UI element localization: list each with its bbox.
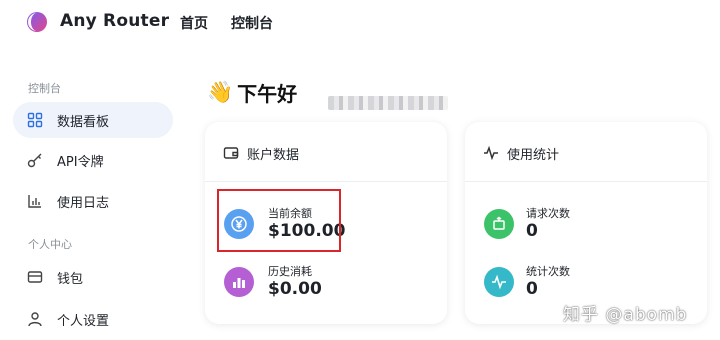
sidebar-item-api-token[interactable]: API令牌	[13, 142, 173, 178]
card-title: 使用统计	[507, 148, 560, 163]
sidebar-item-usage-log[interactable]: 使用日志	[13, 183, 173, 219]
waving-hand-icon: 👋	[207, 80, 234, 104]
stat-value: 0	[526, 221, 538, 241]
stat-request-count: 请求次数 0	[465, 200, 707, 250]
nav-home[interactable]: 首页	[180, 13, 208, 33]
sidebar-section-personal: 个人中心	[28, 238, 72, 251]
greeting-text: 下午好	[237, 82, 298, 106]
bar-chart-icon	[28, 195, 41, 208]
sidebar-item-label: 钱包	[57, 271, 84, 287]
sidebar-item-label: API令牌	[57, 154, 104, 170]
sidebar-item-wallet[interactable]: 钱包	[13, 259, 173, 295]
wallet-icon	[223, 147, 239, 159]
stat-label: 历史消耗	[268, 265, 312, 278]
sidebar-section-console: 控制台	[28, 82, 61, 95]
pulse-icon	[484, 267, 514, 297]
pulse-icon	[484, 145, 498, 161]
sidebar-item-dashboard[interactable]: 数据看板	[13, 102, 173, 138]
stat-value: 0	[526, 279, 538, 299]
card-header: 账户数据	[205, 122, 447, 182]
bar-chart-icon	[224, 267, 254, 297]
wallet-icon	[27, 271, 43, 283]
card-title: 账户数据	[247, 148, 300, 163]
stat-history-spend: 历史消耗 $0.00	[205, 258, 447, 308]
key-icon	[27, 153, 42, 168]
logo-icon	[27, 12, 47, 32]
user-icon	[28, 312, 42, 327]
card-header: 使用统计	[465, 122, 707, 182]
sidebar-item-label: 使用日志	[57, 195, 110, 211]
sidebar-item-label: 数据看板	[57, 114, 110, 130]
sidebar-item-settings[interactable]: 个人设置	[13, 301, 173, 337]
highlight-box	[217, 189, 341, 252]
stat-label: 统计次数	[526, 265, 570, 278]
send-icon	[484, 209, 514, 239]
usage-stats-card: 使用统计 请求次数 0 统计次数 0	[465, 122, 707, 324]
nav-console[interactable]: 控制台	[231, 13, 273, 33]
stat-value: $0.00	[268, 279, 322, 299]
greeting: 👋 下午好	[207, 78, 297, 107]
grid-icon	[27, 112, 43, 128]
brand-name[interactable]: Any Router	[60, 11, 169, 31]
sidebar-item-label: 个人设置	[57, 313, 110, 329]
stat-label: 请求次数	[526, 207, 570, 220]
blurred-username	[328, 96, 448, 110]
top-bar: Any Router 首页 控制台	[0, 0, 720, 44]
watermark: 知乎 @abomb	[563, 305, 688, 325]
